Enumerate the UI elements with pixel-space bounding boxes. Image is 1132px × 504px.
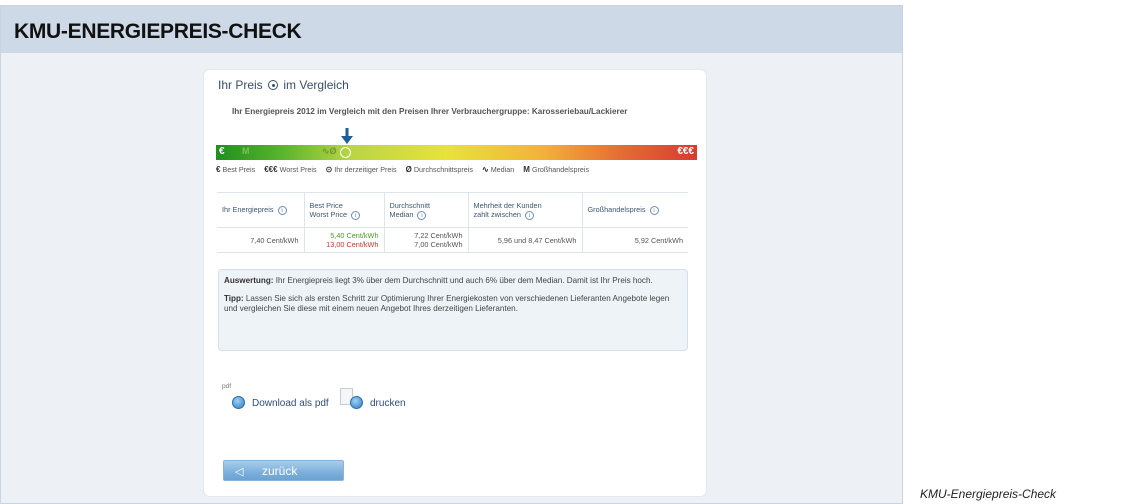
info-icon[interactable]: i xyxy=(417,210,427,220)
legend-label: Großhandelspreis xyxy=(531,165,590,174)
result-card: Ihr Preis im Vergleich Ihr Energiepreis … xyxy=(203,69,707,497)
median-icon: ∿ xyxy=(481,165,489,174)
info-icon[interactable]: i xyxy=(277,206,287,215)
table-header-row: Ihr Energiepreis i Best Price Worst Price… xyxy=(217,192,688,228)
page-title: KMU-ENERGIEPREIS-CHECK xyxy=(14,20,302,43)
panel-title-part1: Ihr Preis xyxy=(218,78,263,92)
header-energy-price: Ihr Energiepreis i xyxy=(217,192,305,228)
current-price-marker-icon xyxy=(340,147,351,158)
scale-best-symbol: € xyxy=(219,146,225,157)
main-frame: KMU-ENERGIEPREIS-CHECK Ihr Preis im Verg… xyxy=(0,5,903,504)
panel-title: Ihr Preis im Vergleich xyxy=(218,78,349,92)
header-bar: KMU-ENERGIEPREIS-CHECK xyxy=(1,6,902,53)
wholesale-marker-icon: M xyxy=(242,146,250,156)
current-price-icon xyxy=(268,80,279,90)
info-icon[interactable]: i xyxy=(649,206,659,215)
price-marker-icon xyxy=(341,128,353,144)
info-icon[interactable]: i xyxy=(524,210,534,220)
legend-item: €€€ Worst Preis xyxy=(264,165,316,174)
header-average-median: Durchschnitt Median i xyxy=(384,192,469,228)
cell-energy-price: 7,40 Cent/kWh xyxy=(217,227,305,253)
back-arrow-icon: ◁ xyxy=(235,466,244,478)
header-majority-range: Mehrheit der Kunden zahlt zwischen i xyxy=(468,192,583,228)
figure-caption: KMU-Energiepreis-Check xyxy=(920,487,1057,501)
header-best-worst: Best Price Worst Price i xyxy=(304,192,385,228)
legend-item: € Best Preis xyxy=(216,165,255,174)
average-icon: Ø xyxy=(405,165,412,174)
cell-best-worst: 5,40 Cent/kWh 13,00 Cent/kWh xyxy=(304,227,385,253)
evaluation-box: Auswertung: Ihr Energiepreis liegt 3% üb… xyxy=(218,269,688,351)
scale-worst-symbol: €€€ xyxy=(677,146,694,157)
download-pdf-link[interactable]: Download als pdf xyxy=(252,398,329,409)
download-icon[interactable] xyxy=(232,396,245,409)
table-row: 7,40 Cent/kWh 5,40 Cent/kWh 13,00 Cent/kW… xyxy=(217,227,688,253)
wholesale-icon: M xyxy=(523,165,530,174)
legend-label: Durchschnittspreis xyxy=(413,165,473,174)
back-button-label: zurück xyxy=(262,464,298,478)
price-scale-bar: € M ∿Ø €€€ xyxy=(216,145,697,160)
legend-label: Median xyxy=(490,165,515,174)
panel-title-part2: im Vergleich xyxy=(283,78,349,92)
results-table: Ihr Energiepreis i Best Price Worst Price… xyxy=(217,192,688,253)
median-marker-icon: ∿Ø xyxy=(322,146,337,156)
print-link[interactable]: drucken xyxy=(370,398,406,409)
back-button[interactable]: ◁ zurück xyxy=(223,460,344,481)
legend-label: Worst Preis xyxy=(279,165,317,174)
cell-wholesale: 5,92 Cent/kWh xyxy=(634,235,683,245)
worst-price-icon: €€€ xyxy=(264,165,278,174)
current-price-icon: ⊙ xyxy=(325,165,333,174)
legend-item: ∿ Median xyxy=(482,165,514,174)
header-wholesale: Großhandelspreis i xyxy=(582,192,688,228)
scale-legend: € Best Preis €€€ Worst Preis ⊙ Ihr derzeiti… xyxy=(216,165,698,174)
print-icon[interactable] xyxy=(350,396,363,409)
legend-label: Best Preis xyxy=(222,165,256,174)
cell-average-median: 7,22 Cent/kWh 7,00 Cent/kWh xyxy=(384,227,469,253)
cell-majority-range: 5,96 und 8,47 Cent/kWh xyxy=(468,227,583,253)
legend-item: Ø Durchschnittspreis xyxy=(406,165,473,174)
best-price-icon: € xyxy=(216,165,221,174)
evaluation-text: Auswertung: Ihr Energiepreis liegt 3% üb… xyxy=(224,276,653,285)
legend-label: Ihr derzeitiger Preis xyxy=(334,165,397,174)
tip-text: Tipp: Lassen Sie sich als ersten Schritt… xyxy=(224,294,670,313)
comparison-subtitle: Ihr Energiepreis 2012 im Vergleich mit d… xyxy=(232,107,628,116)
info-icon[interactable]: i xyxy=(351,210,361,220)
pdf-tag: pdf xyxy=(222,383,232,390)
legend-item: M Großhandelspreis xyxy=(523,165,589,174)
legend-item: ⊙ Ihr derzeitiger Preis xyxy=(326,165,397,174)
